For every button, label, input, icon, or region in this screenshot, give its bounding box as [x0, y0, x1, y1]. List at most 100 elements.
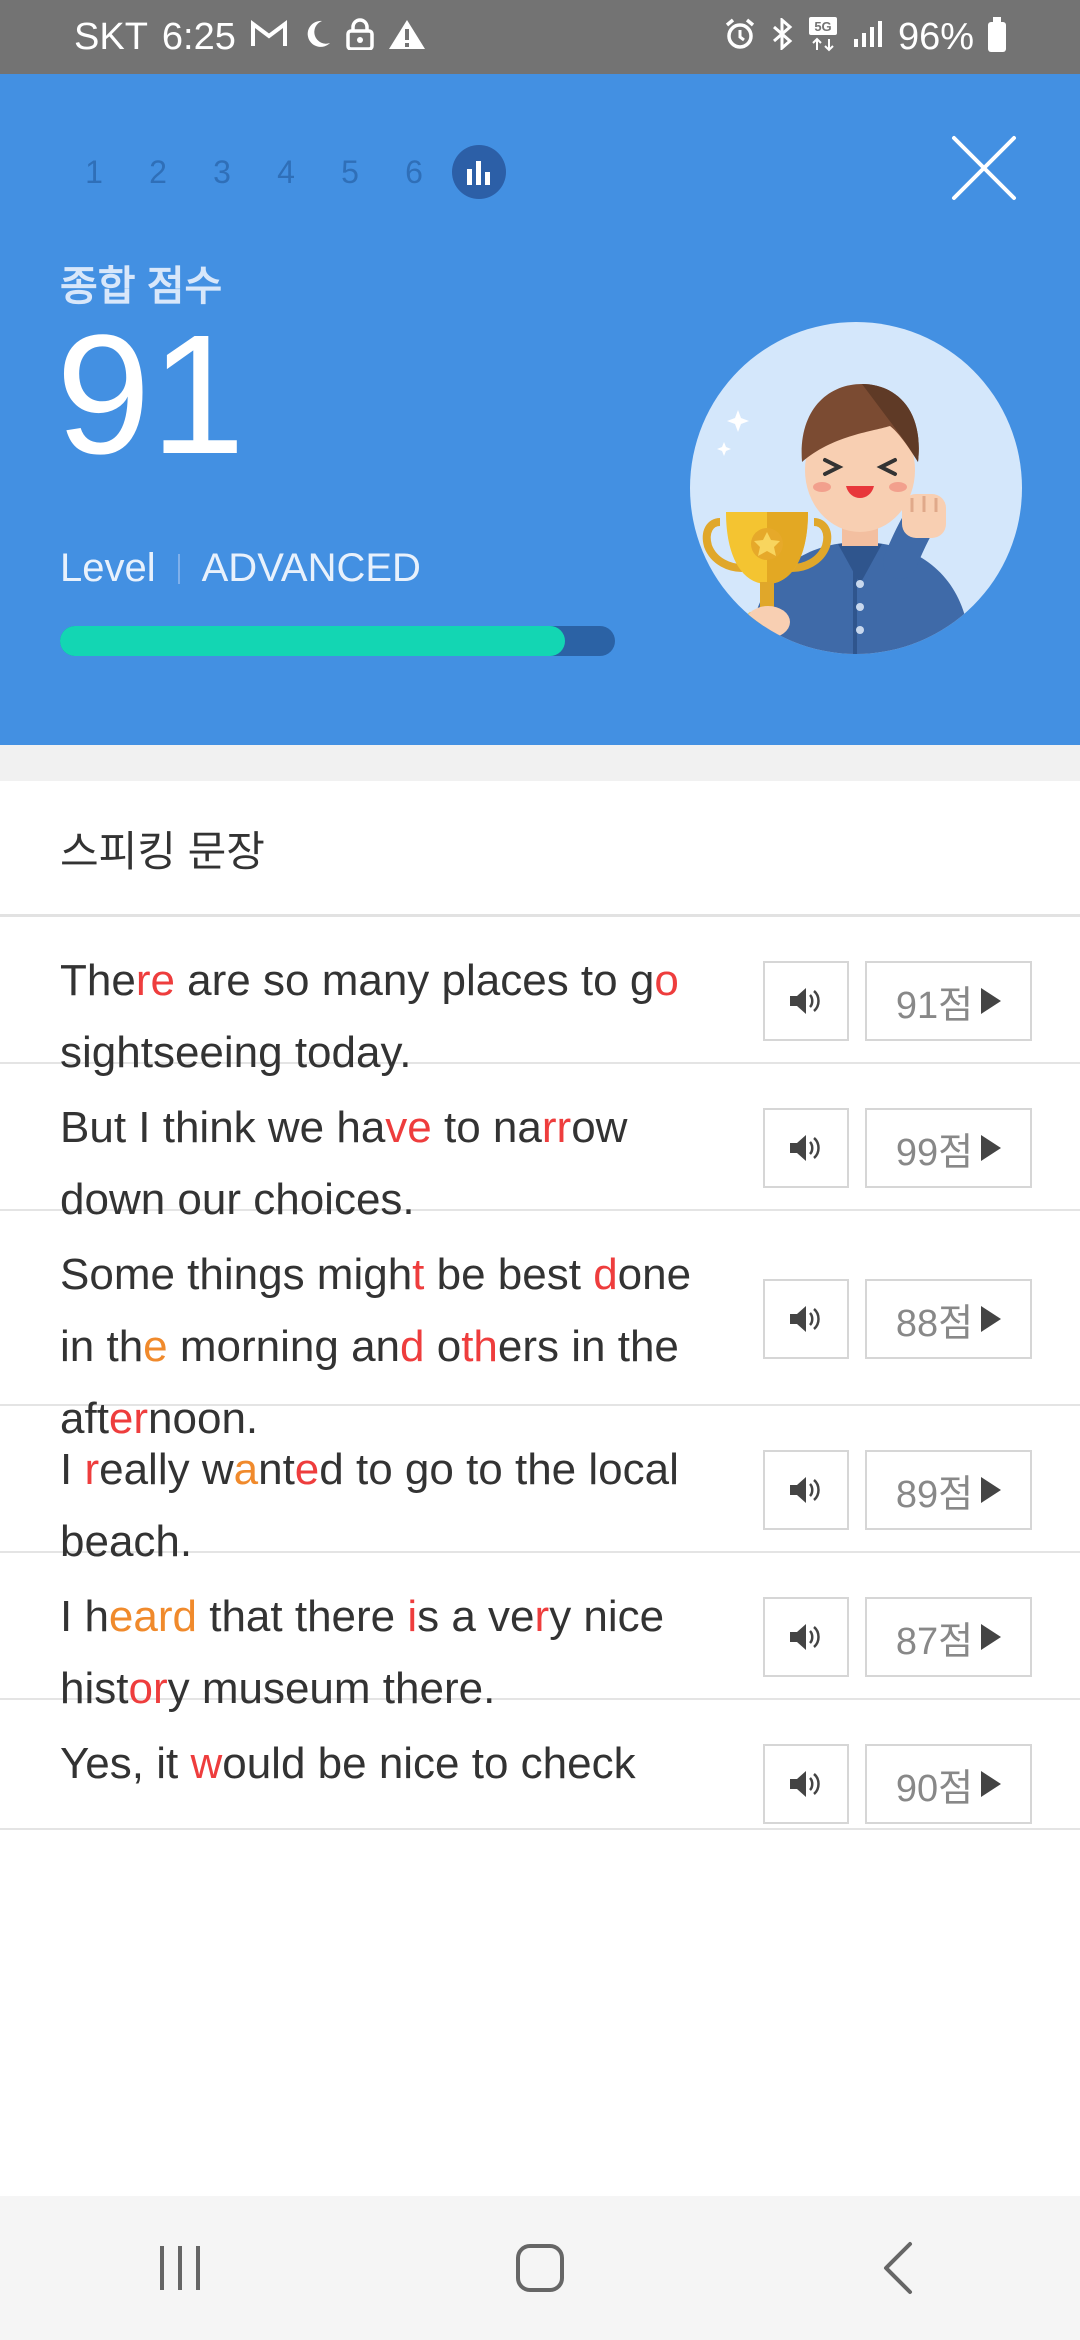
play-audio-button[interactable]	[763, 1279, 849, 1359]
play-audio-button[interactable]	[763, 1108, 849, 1188]
home-button[interactable]	[480, 2218, 600, 2318]
mispronounced-segment: e	[294, 1445, 320, 1494]
warning-icon	[388, 18, 426, 56]
section-title: 스피킹 문장	[60, 828, 265, 875]
sentence-segment: morning an	[167, 1322, 401, 1371]
sentence-row: I really wanted to go to the local beach…	[0, 1406, 1080, 1566]
back-button[interactable]	[840, 2218, 960, 2318]
step-2[interactable]: 2	[126, 144, 190, 200]
sentence-list: There are so many places to go sightseei…	[0, 917, 1080, 1830]
level-label: Level	[60, 546, 156, 590]
status-bar: SKT 6:25 5G 96%	[0, 0, 1080, 74]
speaker-icon	[790, 1771, 820, 1797]
sentence-score-button[interactable]: 88점	[865, 1279, 1032, 1359]
step-3[interactable]: 3	[190, 144, 254, 200]
mispronounced-segment: t	[412, 1250, 425, 1299]
step-1[interactable]: 1	[62, 144, 126, 200]
home-icon	[516, 2244, 564, 2292]
play-audio-button[interactable]	[763, 1744, 849, 1824]
speaker-icon	[790, 1624, 820, 1650]
sentence-segment: to na	[431, 1103, 542, 1152]
mispronounced-segment: th	[461, 1322, 498, 1371]
sentence-segment: be best	[424, 1250, 594, 1299]
svg-text:5G: 5G	[814, 19, 831, 34]
sentence-segment: I h	[60, 1592, 109, 1641]
result-step-button[interactable]	[452, 145, 506, 199]
mispronounced-segment: e	[143, 1322, 168, 1371]
moon-icon	[302, 19, 332, 55]
gmail-icon	[250, 19, 288, 55]
play-arrow-icon	[981, 1624, 1002, 1650]
sentence-segment: The	[60, 956, 136, 1005]
recent-apps-button[interactable]	[120, 2218, 240, 2318]
level-progress-bar	[60, 626, 615, 656]
trophy-character-illustration	[690, 322, 1022, 654]
mispronounced-segment: a	[233, 1445, 259, 1494]
step-4[interactable]: 4	[254, 144, 318, 200]
score-header: 123456 종합 점수 91 Level ADVANCED	[0, 74, 1080, 745]
sentence-segment: Some things migh	[60, 1250, 413, 1299]
close-button[interactable]	[950, 134, 1018, 202]
sentence-segment: I	[60, 1445, 85, 1494]
total-score: 91	[56, 300, 246, 490]
mispronounced-segment: i	[407, 1592, 418, 1641]
sentence-segment: nt	[258, 1445, 295, 1494]
speaker-icon	[790, 1477, 820, 1503]
recent-apps-icon	[160, 2246, 200, 2290]
level-progress-fill	[60, 626, 566, 656]
speaker-icon	[790, 988, 820, 1014]
sentence-row: But I think we have to narrow down our c…	[0, 1064, 1080, 1224]
speaker-icon	[790, 1135, 820, 1161]
play-audio-button[interactable]	[763, 1597, 849, 1677]
sentence-score: 87점	[895, 1620, 974, 1663]
sentence-segment: o	[424, 1322, 462, 1371]
mispronounced-segment: d	[400, 1322, 425, 1371]
play-arrow-icon	[981, 1477, 1002, 1503]
play-arrow-icon	[981, 1771, 1002, 1797]
mispronounced-segment: w	[190, 1739, 223, 1788]
sentence-score-button[interactable]: 87점	[865, 1597, 1032, 1677]
system-nav-bar	[0, 2196, 1080, 2340]
sentence-segment: are so many places to g	[174, 956, 655, 1005]
sentence-score-button[interactable]: 90점	[865, 1744, 1032, 1824]
5g-icon: 5G	[808, 16, 838, 58]
sentence-segment: But I think we ha	[60, 1103, 386, 1152]
battery-icon	[988, 17, 1006, 52]
play-arrow-icon	[981, 1135, 1002, 1161]
battery-level: 96%	[897, 15, 974, 58]
sentence-score-button[interactable]: 89점	[865, 1450, 1032, 1530]
mispronounced-segment: r	[534, 1592, 550, 1641]
mispronounced-segment: rr	[541, 1103, 572, 1152]
level-divider	[177, 553, 180, 584]
step-5[interactable]: 5	[318, 144, 382, 200]
sentence-score-button[interactable]: 91점	[865, 961, 1032, 1041]
step-6[interactable]: 6	[382, 144, 446, 200]
bar-chart-icon	[467, 161, 490, 185]
back-icon	[884, 2242, 912, 2294]
sentence-score: 91점	[895, 984, 974, 1027]
play-audio-button[interactable]	[763, 961, 849, 1041]
sentence-score: 89점	[895, 1473, 974, 1516]
mispronounced-segment: eard	[108, 1592, 197, 1641]
sentence-text: Yes, it would be nice to check	[60, 1728, 730, 1800]
sentence-score: 88점	[895, 1302, 974, 1345]
carrier: SKT	[74, 15, 148, 58]
sentence-score: 99점	[895, 1131, 974, 1174]
play-arrow-icon	[981, 988, 1002, 1014]
sentence-segment: eally w	[99, 1445, 234, 1494]
sentence-segment: ould be nice to check	[222, 1739, 636, 1788]
mispronounced-segment: o	[654, 956, 679, 1005]
clock: 6:25	[161, 15, 236, 58]
sentence-row: Yes, it would be nice to check 90점	[0, 1700, 1080, 1830]
bluetooth-icon	[770, 16, 794, 56]
sentence-score-button[interactable]: 99점	[865, 1108, 1032, 1188]
mispronounced-segment: d	[593, 1250, 618, 1299]
speaker-icon	[790, 1306, 820, 1332]
sentence-segment: that there	[197, 1592, 408, 1641]
mispronounced-segment: ve	[385, 1103, 432, 1152]
level-value: ADVANCED	[201, 546, 421, 590]
sentence-row: There are so many places to go sightseei…	[0, 917, 1080, 1077]
play-audio-button[interactable]	[763, 1450, 849, 1530]
mispronounced-segment: re	[135, 956, 175, 1005]
sentence-row: I heard that there is a very nice histor…	[0, 1553, 1080, 1713]
